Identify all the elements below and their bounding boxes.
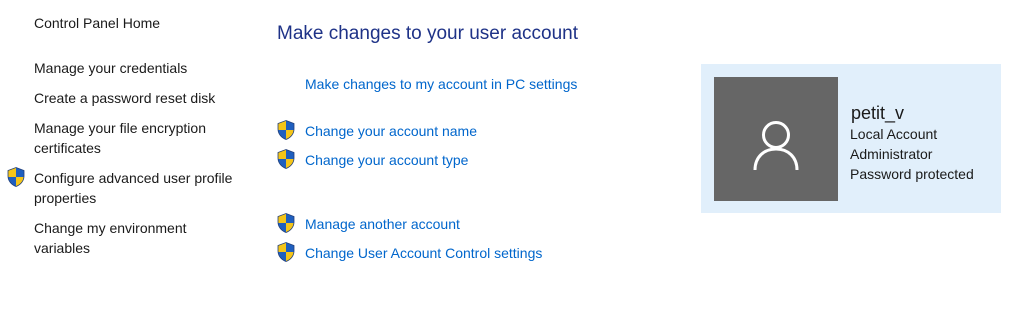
- sidebar: Control Panel Home Manage your credentia…: [0, 0, 240, 314]
- uac-settings-link[interactable]: Change User Account Control settings: [305, 243, 542, 263]
- change-account-name-link[interactable]: Change your account name: [305, 121, 477, 141]
- avatar: [714, 77, 838, 201]
- account-card: petit_v Local Account Administrator Pass…: [701, 64, 1001, 213]
- sidebar-item-advanced-profile-properties[interactable]: Configure advanced user profile properti…: [34, 168, 234, 208]
- user-silhouette-icon: [753, 121, 799, 171]
- change-account-type-link[interactable]: Change your account type: [305, 150, 468, 170]
- uac-shield-icon: [277, 242, 295, 262]
- account-password-status: Password protected: [850, 166, 974, 182]
- manage-another-account-link[interactable]: Manage another account: [305, 214, 460, 234]
- sidebar-item-password-reset-disk[interactable]: Create a password reset disk: [34, 88, 234, 108]
- sidebar-item-control-panel-home[interactable]: Control Panel Home: [34, 13, 234, 33]
- pc-settings-link[interactable]: Make changes to my account in PC setting…: [305, 74, 577, 94]
- sidebar-item-environment-variables[interactable]: Change my environment variables: [34, 218, 234, 258]
- user-accounts-page: Control Panel Home Manage your credentia…: [0, 0, 1017, 314]
- page-title: Make changes to your user account: [277, 23, 579, 44]
- uac-shield-icon: [277, 213, 295, 233]
- uac-shield-icon: [7, 167, 25, 187]
- uac-shield-icon: [277, 120, 295, 140]
- sidebar-item-manage-credentials[interactable]: Manage your credentials: [34, 58, 234, 78]
- account-type: Local Account: [850, 126, 938, 142]
- account-role: Administrator: [850, 146, 933, 162]
- uac-shield-icon: [277, 149, 295, 169]
- account-name: petit_v: [851, 103, 905, 123]
- sidebar-item-file-encryption-certificates[interactable]: Manage your file encryption certificates: [34, 118, 234, 158]
